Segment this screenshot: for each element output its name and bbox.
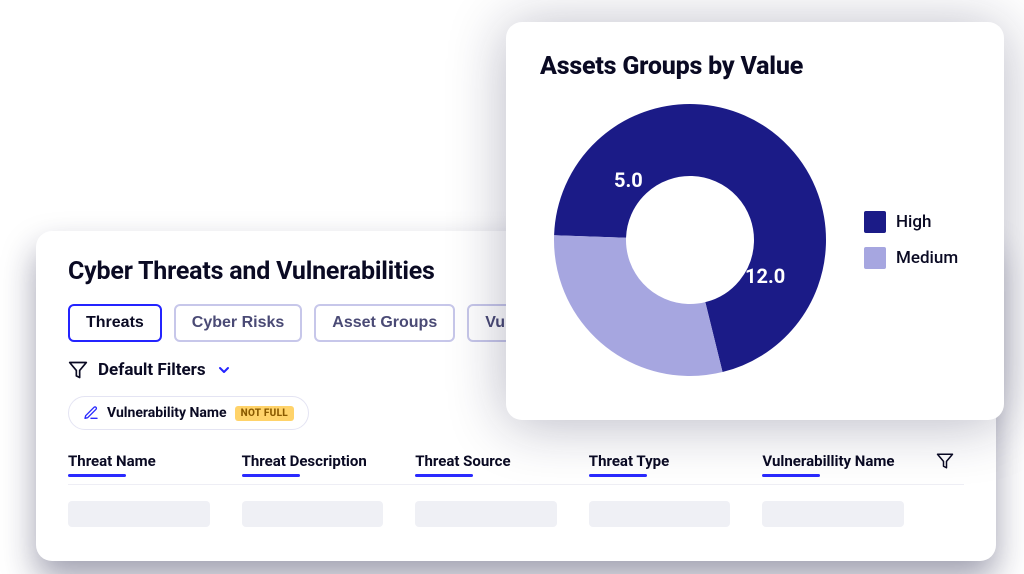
th-threat-name[interactable]: Threat Name: [68, 452, 210, 476]
cell-skeleton: [589, 501, 731, 527]
chevron-down-icon: [216, 362, 232, 378]
tab-threats[interactable]: Threats: [68, 304, 162, 342]
th-threat-type[interactable]: Threat Type: [589, 452, 731, 476]
filter-icon: [936, 452, 954, 470]
slice-label-medium: 5.0: [614, 168, 643, 192]
cell-skeleton: [415, 501, 557, 527]
cell-skeleton: [762, 501, 904, 527]
filter-chip-vulnerability-name[interactable]: Vulnerability Name NOT FULL: [68, 396, 309, 430]
th-threat-description[interactable]: Threat Description: [242, 452, 384, 476]
legend-item-high: High: [864, 211, 958, 233]
slice-label-high: 12.0: [745, 264, 785, 288]
filter-label: Default Filters: [98, 360, 206, 380]
chart-card: Assets Groups by Value 5.0 12.0 High: [506, 22, 1004, 420]
legend-item-medium: Medium: [864, 247, 958, 269]
pencil-icon: [83, 405, 99, 421]
th-threat-source[interactable]: Threat Source: [415, 452, 557, 476]
cell-skeleton: [242, 501, 384, 527]
chart-legend: High Medium: [864, 211, 958, 269]
cell-skeleton: [68, 501, 210, 527]
swatch-high: [864, 211, 886, 233]
th-vulnerability-name[interactable]: Vulnerabillity Name: [762, 452, 904, 476]
tab-asset-groups[interactable]: Asset Groups: [314, 304, 455, 342]
donut-chart: 5.0 12.0: [540, 90, 840, 390]
tab-cyber-risks[interactable]: Cyber Risks: [174, 304, 303, 342]
chip-label: Vulnerability Name: [107, 405, 227, 421]
cell-spacer: [936, 501, 964, 527]
chart-title: Assets Groups by Value: [540, 52, 974, 81]
filter-icon: [68, 360, 88, 380]
table-row: [68, 501, 964, 527]
table-header: Threat Name Threat Description Threat So…: [68, 452, 964, 485]
swatch-medium: [864, 247, 886, 269]
column-filter-button[interactable]: [936, 452, 964, 476]
badge-not-full: NOT FULL: [235, 406, 294, 421]
